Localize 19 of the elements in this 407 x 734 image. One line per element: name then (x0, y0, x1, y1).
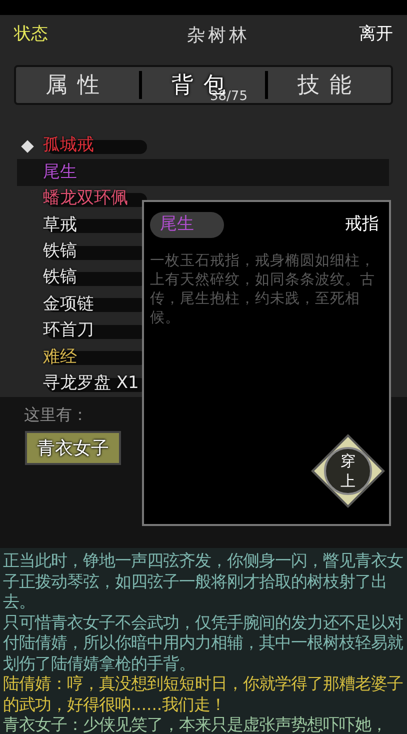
item-name: 孤城戒 (43, 134, 94, 158)
item-title: 尾生 (150, 212, 224, 238)
log-message: 只可惜青衣女子不会武功，仅凭手腕间的发力还不足以对付陆倩婧，所以你暗中用内力相辅，其中一根树枝轻易就划伤了陆倩婧拿枪的手背。 (3, 612, 404, 674)
item-name: 铁镐 (43, 266, 77, 290)
item-name: 尾生 (43, 160, 77, 184)
item-name: 难经 (43, 346, 77, 369)
item-type: 戒指 (345, 213, 379, 236)
log-message: 青衣女子：少侠见笑了，本来只是虚张声势想吓吓她， (3, 715, 388, 734)
item-name: 铁镐 (43, 240, 77, 264)
item-name: 蟠龙双环佩 (43, 187, 128, 210)
log-message: 正当此时，铮地一声四弦齐发，你侧身一闪，瞥见青衣女子正拨动琴弦，如四弦子一般将刚才拾取的树枝射了出去。 (3, 551, 404, 612)
location-title: 杂树林 (187, 24, 250, 48)
item-name: 草戒 (43, 214, 77, 237)
here-label: 这里有： (24, 404, 89, 426)
item-name: 环首刀 (43, 319, 94, 342)
item-name: 金项链 (43, 292, 94, 316)
item-description: 一枚玉石戒指，戒身椭圆如细柱，上有天然碎纹，如同条条波纹。古传，尾生抱柱，约未践，至死相候。 (150, 252, 376, 328)
log-message: 陆倩婧：哼，真没想到短短时日，你就学得了那糟老婆子的武功，好得很呐......我们走！ (3, 674, 404, 715)
item-name: 寻龙罗盘 X1 (43, 372, 139, 396)
